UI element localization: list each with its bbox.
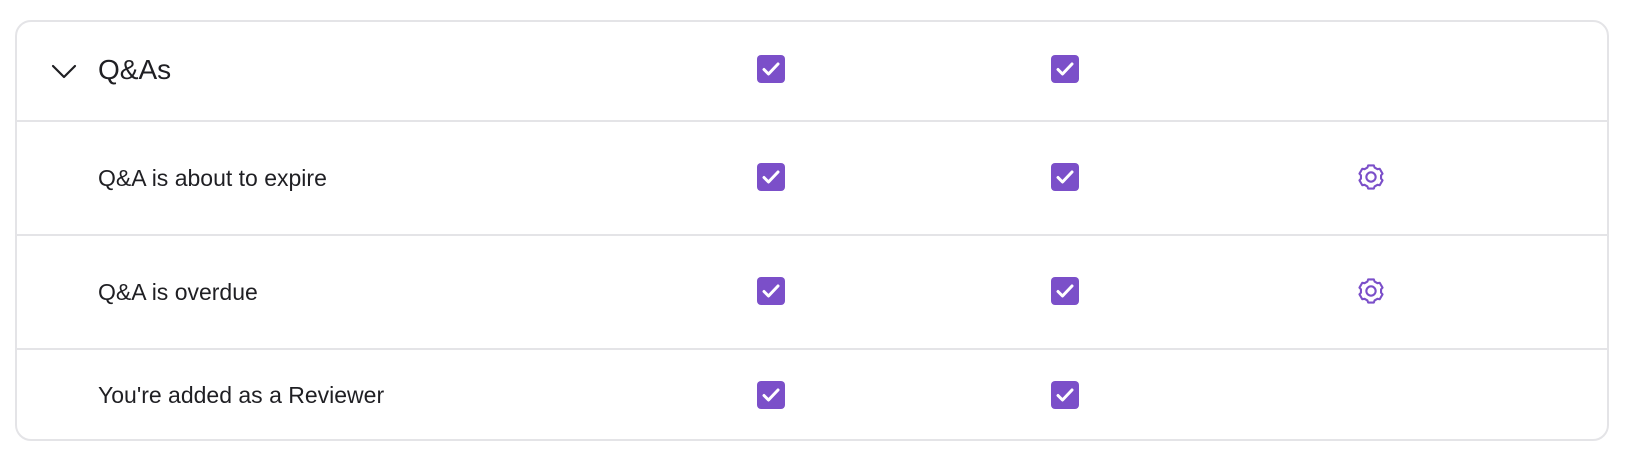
check-icon xyxy=(762,170,780,184)
section-header-qas[interactable]: Q&As xyxy=(17,22,1607,120)
check-icon xyxy=(762,284,780,298)
header-checkbox-column-1[interactable] xyxy=(757,55,785,83)
row-checkbox-column-1[interactable] xyxy=(757,381,785,409)
notification-label: You're added as a Reviewer xyxy=(98,382,385,408)
gear-icon[interactable] xyxy=(1353,273,1389,309)
row-checkbox-column-2[interactable] xyxy=(1051,163,1079,191)
gear-icon[interactable] xyxy=(1353,159,1389,195)
notification-settings-card: Q&As Q&A is about to expire Q&A is overd… xyxy=(15,20,1609,441)
row-checkbox-column-2[interactable] xyxy=(1051,381,1079,409)
header-checkbox-column-2[interactable] xyxy=(1051,55,1079,83)
notification-label: Q&A is about to expire xyxy=(98,165,327,191)
check-icon xyxy=(1056,170,1074,184)
check-icon xyxy=(1056,388,1074,402)
row-checkbox-column-1[interactable] xyxy=(757,277,785,305)
section-title: Q&As xyxy=(98,54,172,85)
check-icon xyxy=(762,388,780,402)
notification-label: Q&A is overdue xyxy=(98,279,258,305)
check-icon xyxy=(1056,62,1074,76)
row-checkbox-column-1[interactable] xyxy=(757,163,785,191)
check-icon xyxy=(1056,284,1074,298)
chevron-down-icon[interactable] xyxy=(51,58,77,84)
notification-row: You're added as a Reviewer xyxy=(17,348,1607,439)
notification-row: Q&A is overdue xyxy=(17,234,1607,348)
check-icon xyxy=(762,62,780,76)
row-checkbox-column-2[interactable] xyxy=(1051,277,1079,305)
notification-row: Q&A is about to expire xyxy=(17,120,1607,234)
